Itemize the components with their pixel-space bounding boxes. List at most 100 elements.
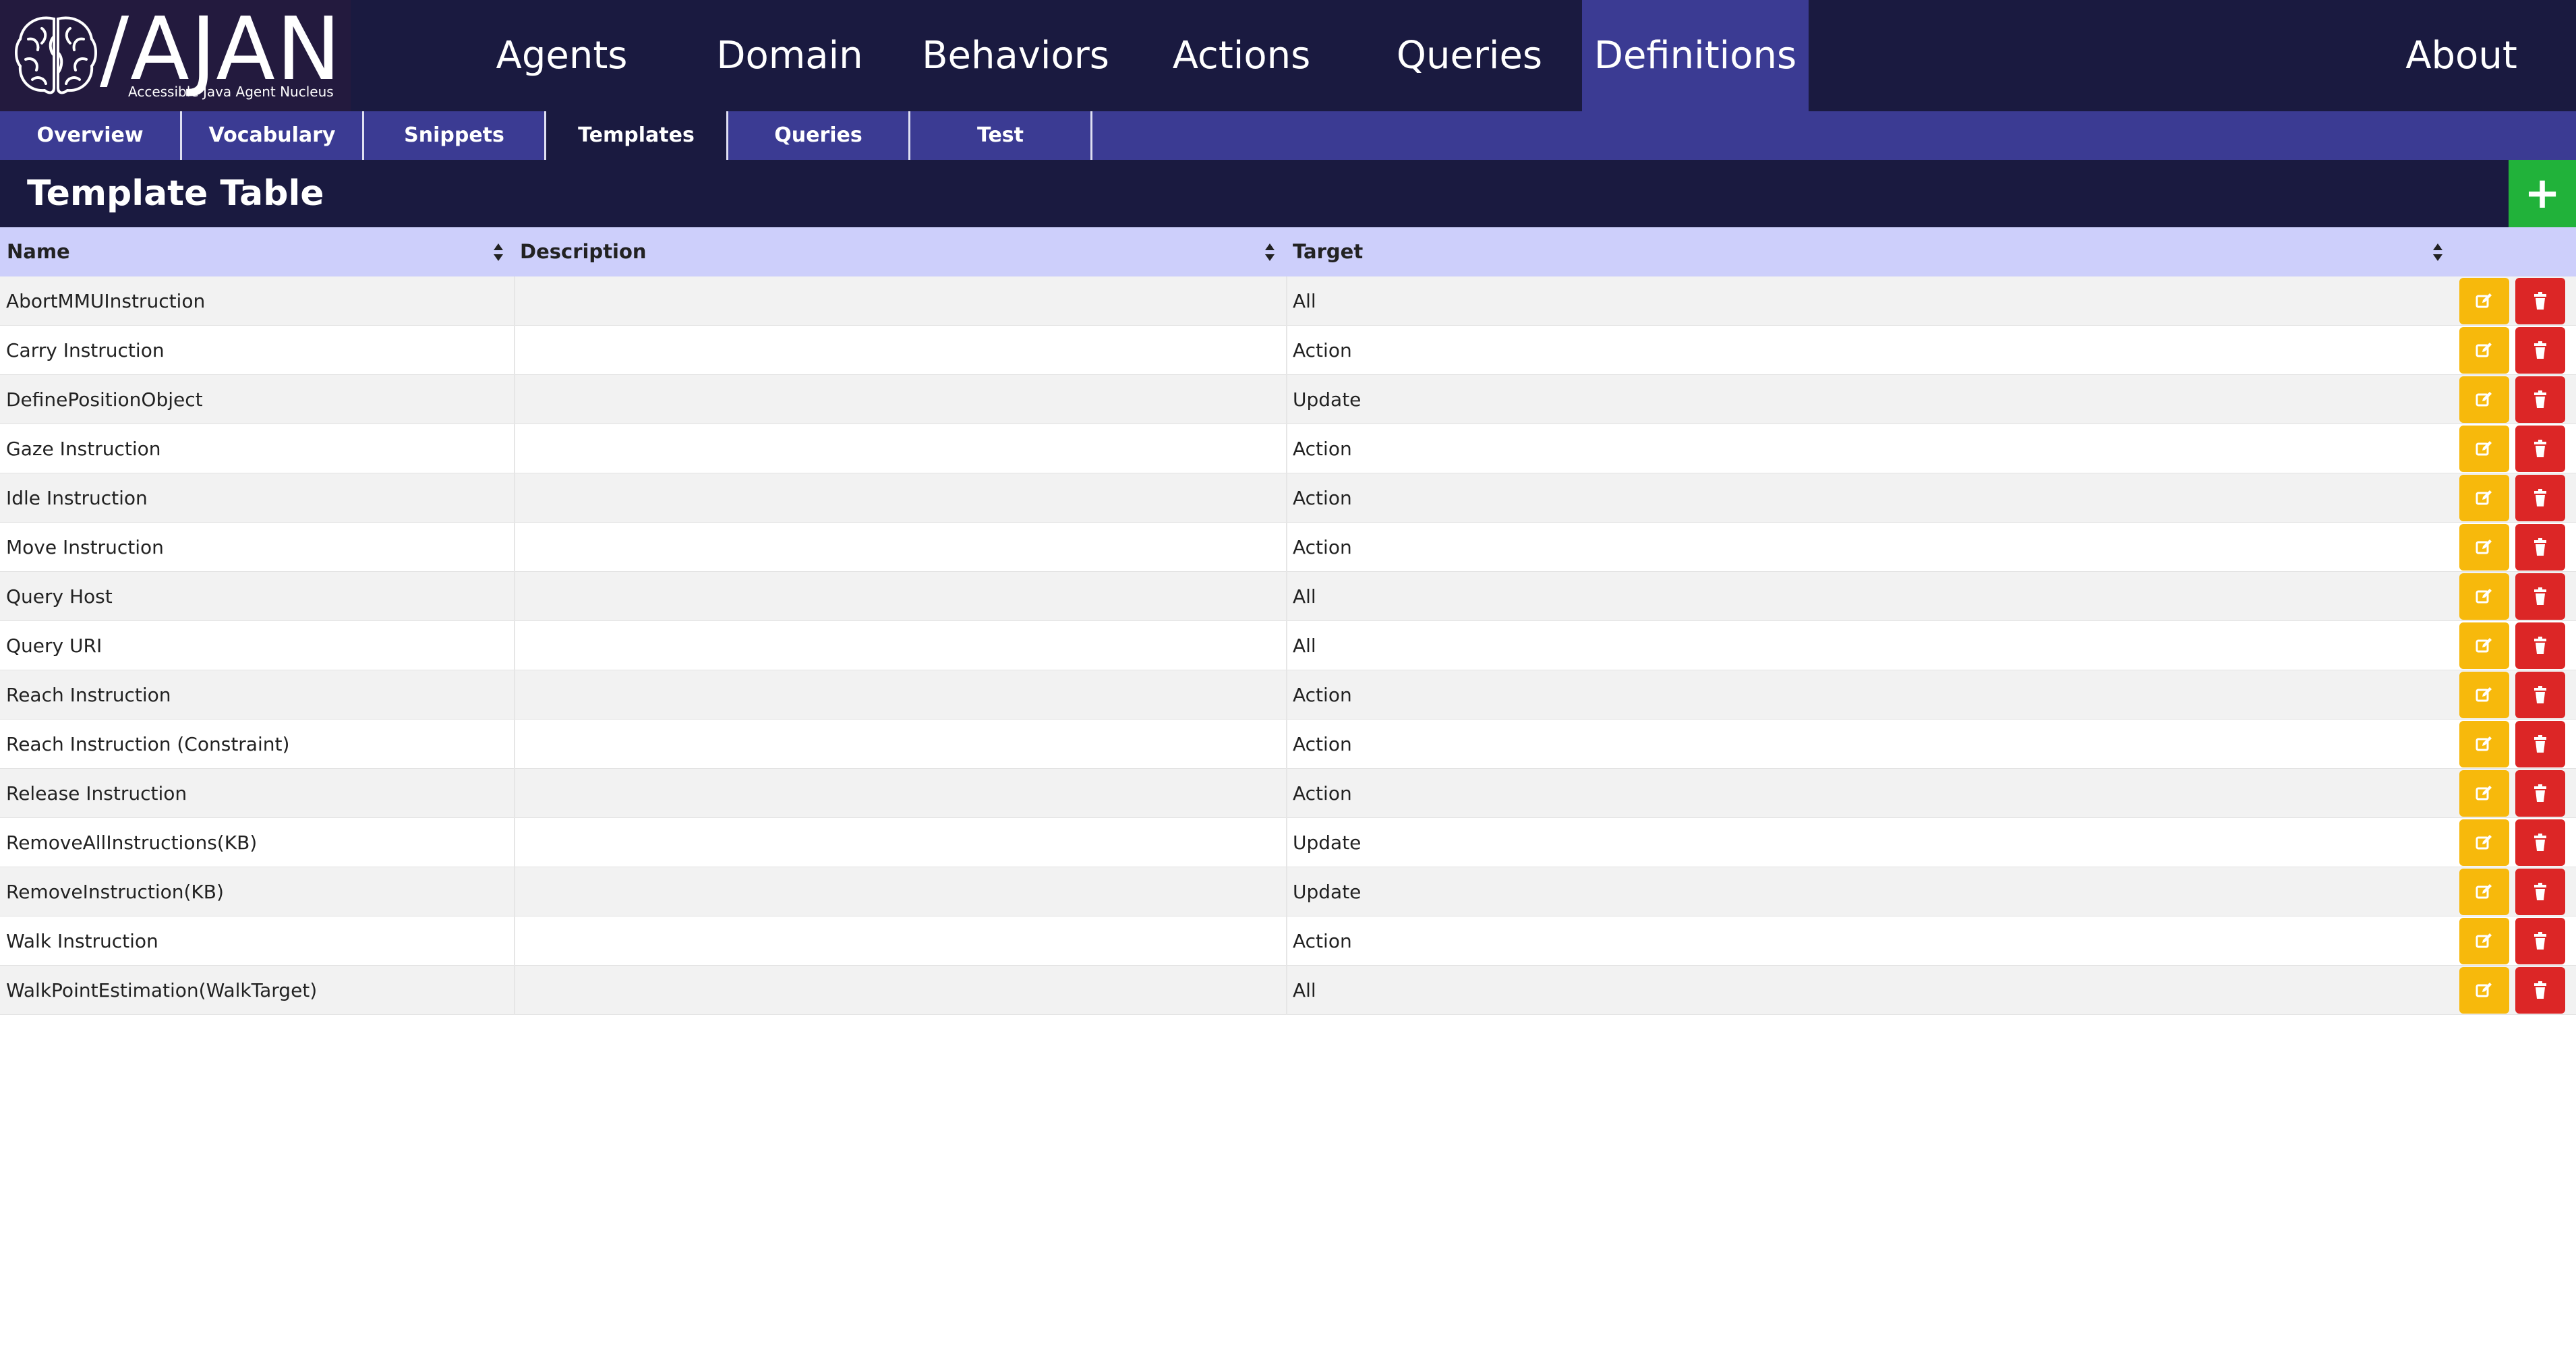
edit-icon	[2476, 786, 2492, 800]
nav-agents[interactable]: Agents	[461, 0, 663, 111]
nav-about[interactable]: About	[2360, 0, 2563, 111]
sort-icon[interactable]	[494, 243, 503, 261]
table-row[interactable]: Query Host All	[0, 572, 2576, 621]
cell-description	[520, 670, 1282, 720]
delete-button[interactable]	[2515, 573, 2565, 620]
cell-name: Idle Instruction	[6, 487, 148, 509]
delete-button[interactable]	[2515, 672, 2565, 718]
column-divider	[514, 769, 515, 818]
nav-behaviors[interactable]: Behaviors	[914, 0, 1117, 111]
column-divider	[1286, 966, 1287, 1015]
tab-templates[interactable]: Templates	[546, 111, 728, 160]
table-row[interactable]: RemoveInstruction(KB) Update	[0, 867, 2576, 916]
cell-name: Query URI	[6, 635, 103, 657]
nav-queries[interactable]: Queries	[1368, 0, 1571, 111]
add-template-button[interactable]: +	[2509, 160, 2576, 227]
edit-button[interactable]	[2459, 376, 2509, 423]
delete-button[interactable]	[2515, 524, 2565, 571]
delete-button[interactable]	[2515, 721, 2565, 767]
tab-queries[interactable]: Queries	[728, 111, 910, 160]
sort-icon[interactable]	[1265, 243, 1275, 261]
cell-target: Update	[1293, 388, 1362, 411]
column-divider	[514, 916, 515, 966]
delete-button[interactable]	[2515, 967, 2565, 1014]
edit-icon	[2476, 933, 2492, 948]
nav-definitions[interactable]: Definitions	[1582, 0, 1809, 111]
table-title-bar: Template Table +	[0, 160, 2576, 227]
edit-icon	[2476, 441, 2492, 456]
table-row[interactable]: Move Instruction Action	[0, 523, 2576, 572]
edit-button[interactable]	[2459, 622, 2509, 669]
column-divider	[514, 424, 515, 473]
cell-target: Action	[1293, 930, 1352, 952]
edit-button[interactable]	[2459, 819, 2509, 866]
table-header: Name Description Target	[0, 227, 2576, 276]
tab-snippets[interactable]: Snippets	[364, 111, 546, 160]
tab-overview[interactable]: Overview	[0, 111, 182, 160]
edit-button[interactable]	[2459, 327, 2509, 374]
table-row[interactable]: WalkPointEstimation(WalkTarget) All	[0, 966, 2576, 1015]
column-divider	[1286, 720, 1287, 769]
sort-icon[interactable]	[2433, 243, 2442, 261]
tab-vocabulary[interactable]: Vocabulary	[182, 111, 364, 160]
table-row[interactable]: Carry Instruction Action	[0, 326, 2576, 375]
edit-button[interactable]	[2459, 672, 2509, 718]
delete-button[interactable]	[2515, 770, 2565, 817]
table-row[interactable]: RemoveAllInstructions(KB) Update	[0, 818, 2576, 867]
logo-title: /AJAN	[100, 0, 343, 100]
tab-test[interactable]: Test	[910, 111, 1092, 160]
trash-icon	[2534, 341, 2546, 359]
edit-icon	[2476, 835, 2492, 850]
nav-domain[interactable]: Domain	[689, 0, 891, 111]
app-logo[interactable]: /AJAN Accessible Java Agent Nucleus	[0, 0, 351, 111]
edit-button[interactable]	[2459, 524, 2509, 571]
edit-button[interactable]	[2459, 721, 2509, 767]
table-row[interactable]: Idle Instruction Action	[0, 473, 2576, 523]
table-row[interactable]: Reach Instruction (Constraint) Action	[0, 720, 2576, 769]
delete-button[interactable]	[2515, 475, 2565, 521]
edit-button[interactable]	[2459, 869, 2509, 915]
trash-icon	[2534, 932, 2546, 950]
delete-button[interactable]	[2515, 327, 2565, 374]
edit-button[interactable]	[2459, 475, 2509, 521]
column-header-name[interactable]: Name	[7, 227, 479, 276]
table-row[interactable]: Gaze Instruction Action	[0, 424, 2576, 473]
column-divider	[1286, 916, 1287, 966]
table-row[interactable]: DefinePositionObject Update	[0, 375, 2576, 424]
edit-button[interactable]	[2459, 770, 2509, 817]
edit-button[interactable]	[2459, 573, 2509, 620]
edit-button[interactable]	[2459, 918, 2509, 964]
edit-icon	[2476, 884, 2492, 899]
delete-button[interactable]	[2515, 622, 2565, 669]
cell-name: Move Instruction	[6, 536, 164, 558]
cell-name: Reach Instruction	[6, 684, 171, 706]
column-divider	[514, 966, 515, 1015]
edit-button[interactable]	[2459, 278, 2509, 324]
cell-name: Release Instruction	[6, 782, 187, 805]
cell-description	[520, 473, 1282, 523]
delete-button[interactable]	[2515, 918, 2565, 964]
column-divider	[514, 523, 515, 572]
cell-description	[520, 621, 1282, 670]
nav-actions[interactable]: Actions	[1140, 0, 1343, 111]
delete-button[interactable]	[2515, 819, 2565, 866]
trash-icon	[2534, 292, 2546, 310]
column-header-target[interactable]: Target	[1293, 227, 2372, 276]
table-row[interactable]: Query URI All	[0, 621, 2576, 670]
edit-button[interactable]	[2459, 426, 2509, 472]
table-row[interactable]: Walk Instruction Action	[0, 916, 2576, 966]
column-divider	[514, 818, 515, 867]
column-divider	[1286, 276, 1287, 326]
trash-icon	[2534, 686, 2546, 703]
edit-button[interactable]	[2459, 967, 2509, 1014]
delete-button[interactable]	[2515, 426, 2565, 472]
delete-button[interactable]	[2515, 278, 2565, 324]
column-header-description[interactable]: Description	[520, 227, 1262, 276]
edit-icon	[2476, 736, 2492, 751]
table-row[interactable]: Release Instruction Action	[0, 769, 2576, 818]
table-row[interactable]: AbortMMUInstruction All	[0, 276, 2576, 326]
delete-button[interactable]	[2515, 376, 2565, 423]
table-row[interactable]: Reach Instruction Action	[0, 670, 2576, 720]
delete-button[interactable]	[2515, 869, 2565, 915]
edit-icon	[2476, 687, 2492, 702]
